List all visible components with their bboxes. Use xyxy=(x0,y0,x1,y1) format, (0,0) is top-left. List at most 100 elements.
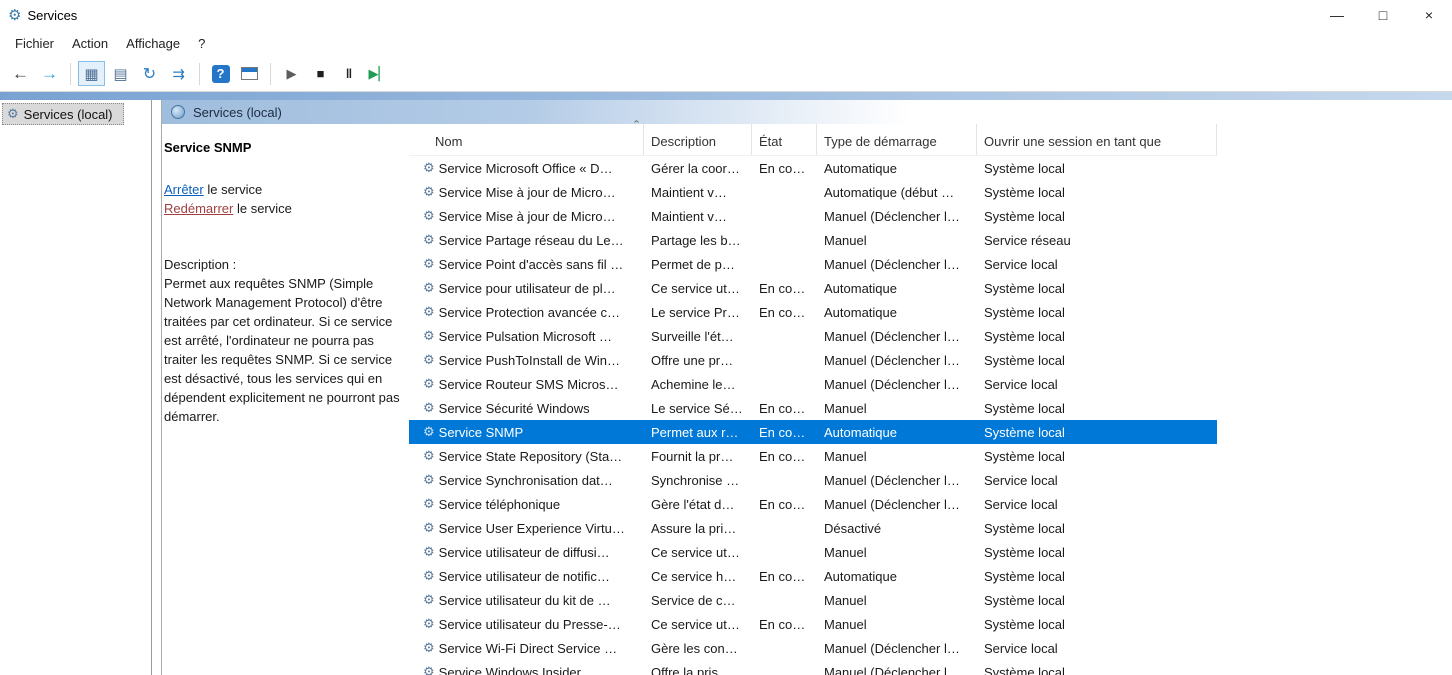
export-list-button[interactable]: ⇉ xyxy=(165,61,192,86)
show-window-button[interactable] xyxy=(236,61,263,86)
pause-service-button[interactable]: ‖ xyxy=(336,61,363,86)
service-state-cell: En co… xyxy=(752,425,817,440)
service-row[interactable]: ⚙ Service Windows Insider Offre la pris…… xyxy=(409,660,1217,675)
service-row[interactable]: ⚙ Service Partage réseau du Le… Partage … xyxy=(409,228,1217,252)
service-name-cell: Service PushToInstall de Win… xyxy=(439,353,620,368)
menu-action[interactable]: Action xyxy=(63,33,117,54)
service-row[interactable]: ⚙ Service Microsoft Office « D… Gérer la… xyxy=(409,156,1217,180)
service-gear-icon: ⚙ xyxy=(423,232,435,248)
properties-button[interactable]: ▤ xyxy=(107,61,134,86)
service-row[interactable]: ⚙ Service PushToInstall de Win… Offre un… xyxy=(409,348,1217,372)
minimize-button[interactable]: — xyxy=(1314,0,1360,30)
column-header-nom[interactable]: Nom xyxy=(409,124,644,155)
column-header-type-demarrage[interactable]: Type de démarrage xyxy=(817,124,977,155)
service-gear-icon: ⚙ xyxy=(423,400,435,416)
stop-service-button[interactable]: ■ xyxy=(307,61,334,86)
service-row[interactable]: ⚙ Service Protection avancée c… Le servi… xyxy=(409,300,1217,324)
refresh-button[interactable]: ↻ xyxy=(136,61,163,86)
service-logon-cell: Système local xyxy=(977,593,1217,608)
service-description-cell: Ce service ut… xyxy=(644,545,752,560)
services-tree-icon: ⚙ xyxy=(7,106,19,122)
service-row[interactable]: ⚙ Service utilisateur du kit de … Servic… xyxy=(409,588,1217,612)
maximize-button[interactable]: □ xyxy=(1360,0,1406,30)
toolbar-separator xyxy=(199,63,200,85)
service-row[interactable]: ⚙ Service Pulsation Microsoft … Surveill… xyxy=(409,324,1217,348)
column-header-description[interactable]: Description xyxy=(644,124,752,155)
service-description-cell: Gérer la coor… xyxy=(644,161,752,176)
service-description-block: Description : Permet aux requêtes SNMP (… xyxy=(164,255,399,426)
service-gear-icon: ⚙ xyxy=(423,496,435,512)
service-gear-icon: ⚙ xyxy=(423,568,435,584)
service-row[interactable]: ⚙ Service Routeur SMS Micros… Achemine l… xyxy=(409,372,1217,396)
service-row[interactable]: ⚙ Service Wi-Fi Direct Service … Gère le… xyxy=(409,636,1217,660)
service-description-cell: Permet de p… xyxy=(644,257,752,272)
service-startup-cell: Automatique xyxy=(817,425,977,440)
menu-help[interactable]: ? xyxy=(189,33,214,54)
column-header-etat[interactable]: État xyxy=(752,124,817,155)
service-startup-cell: Manuel xyxy=(817,617,977,632)
service-row[interactable]: ⚙ Service State Repository (Sta… Fournit… xyxy=(409,444,1217,468)
service-description-cell: Offre une pr… xyxy=(644,353,752,368)
back-button[interactable]: ← xyxy=(7,61,34,86)
service-description-cell: Service de c… xyxy=(644,593,752,608)
tree-item-services-local[interactable]: ⚙ Services (local) xyxy=(2,103,124,125)
service-logon-cell: Système local xyxy=(977,665,1217,675)
service-row[interactable]: ⚙ Service SNMP Permet aux r… En co… Auto… xyxy=(409,420,1217,444)
help-button[interactable]: ? xyxy=(207,61,234,86)
service-logon-cell: Service local xyxy=(977,497,1217,512)
service-row[interactable]: ⚙ Service Synchronisation dat… Synchroni… xyxy=(409,468,1217,492)
selected-service-title: Service SNMP xyxy=(164,140,399,155)
service-row[interactable]: ⚙ Service utilisateur de diffusi… Ce ser… xyxy=(409,540,1217,564)
service-name-cell: Service utilisateur de notific… xyxy=(439,569,610,584)
close-button[interactable]: × xyxy=(1406,0,1452,30)
service-state-cell: En co… xyxy=(752,449,817,464)
start-service-button[interactable]: ▶ xyxy=(278,61,305,86)
service-logon-cell: Système local xyxy=(977,569,1217,584)
service-row[interactable]: ⚙ Service téléphonique Gère l'état d… En… xyxy=(409,492,1217,516)
service-name-cell: Service State Repository (Sta… xyxy=(439,449,623,464)
back-icon: ← xyxy=(12,64,29,84)
service-row[interactable]: ⚙ Service utilisateur de notific… Ce ser… xyxy=(409,564,1217,588)
panel-splitter[interactable] xyxy=(152,100,161,675)
title-bar: ⚙ Services — □ × xyxy=(0,0,1452,30)
restart-service-link[interactable]: Redémarrer xyxy=(164,201,233,216)
service-row[interactable]: ⚙ Service Mise à jour de Micro… Maintien… xyxy=(409,180,1217,204)
service-startup-cell: Manuel (Déclencher l… xyxy=(817,377,977,392)
service-state-cell: En co… xyxy=(752,617,817,632)
toolbar: ← → ▦ ▤ ↻ ⇉ ? ▶ ■ ‖ ▶▏ xyxy=(0,56,1452,92)
service-startup-cell: Automatique xyxy=(817,569,977,584)
service-state-cell: En co… xyxy=(752,281,817,296)
service-gear-icon: ⚙ xyxy=(423,448,435,464)
stop-service-link[interactable]: Arrêter xyxy=(164,182,204,197)
menu-fichier[interactable]: Fichier xyxy=(6,33,63,54)
service-logon-cell: Système local xyxy=(977,353,1217,368)
column-header-ouvrir-session[interactable]: Ouvrir une session en tant que xyxy=(977,124,1217,155)
service-name-cell: Service Wi-Fi Direct Service … xyxy=(439,641,617,656)
service-startup-cell: Manuel (Déclencher l… xyxy=(817,665,977,675)
menu-affichage[interactable]: Affichage xyxy=(117,33,189,54)
taskpad-header: Services (local) xyxy=(162,100,1452,124)
service-logon-cell: Système local xyxy=(977,521,1217,536)
service-row[interactable]: ⚙ Service pour utilisateur de pl… Ce ser… xyxy=(409,276,1217,300)
main-pane: Services (local) Service SNMP Arrêter le… xyxy=(161,100,1452,675)
service-startup-cell: Manuel xyxy=(817,401,977,416)
forward-button[interactable]: → xyxy=(36,61,63,86)
service-logon-cell: Système local xyxy=(977,401,1217,416)
service-gear-icon: ⚙ xyxy=(423,376,435,392)
service-row[interactable]: ⚙ Service Sécurité Windows Le service Sé… xyxy=(409,396,1217,420)
service-name-cell: Service utilisateur du kit de … xyxy=(439,593,611,608)
service-row[interactable]: ⚙ Service Mise à jour de Micro… Maintien… xyxy=(409,204,1217,228)
service-row[interactable]: ⚙ Service Point d'accès sans fil … Perme… xyxy=(409,252,1217,276)
service-logon-cell: Système local xyxy=(977,185,1217,200)
console-tree-button[interactable]: ▦ xyxy=(78,61,105,86)
service-logon-cell: Système local xyxy=(977,209,1217,224)
forward-icon: → xyxy=(41,64,58,84)
service-name-cell: Service Sécurité Windows xyxy=(439,401,590,416)
service-row[interactable]: ⚙ Service User Experience Virtu… Assure … xyxy=(409,516,1217,540)
properties-icon: ▤ xyxy=(113,65,127,83)
service-startup-cell: Automatique xyxy=(817,161,977,176)
service-row[interactable]: ⚙ Service utilisateur du Presse-… Ce ser… xyxy=(409,612,1217,636)
restart-service-button[interactable]: ▶▏ xyxy=(365,61,392,86)
window-title: Services xyxy=(27,8,77,23)
service-state-cell: En co… xyxy=(752,569,817,584)
